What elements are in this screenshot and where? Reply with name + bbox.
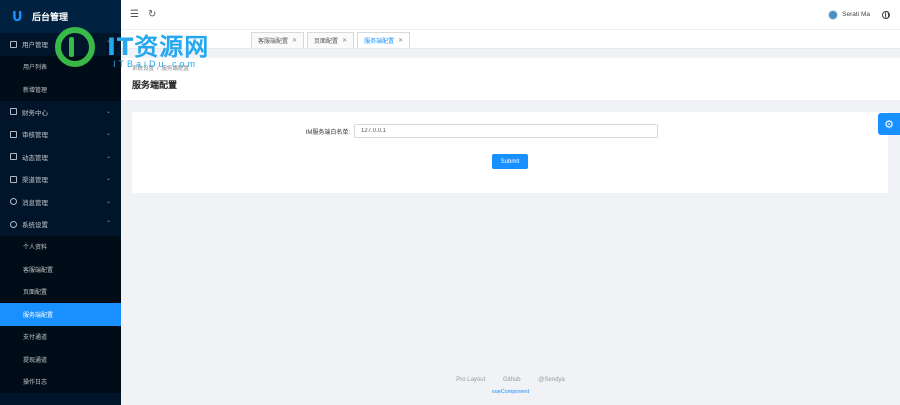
tab-server-config[interactable]: 服务端配置 ✕ <box>357 32 411 48</box>
sidebar-item-messages[interactable]: 消息管理 ⌄ <box>0 191 121 214</box>
whitelist-label: IM服务端白名单: <box>305 129 350 136</box>
sidebar-item-channels[interactable]: 渠道管理 ⌄ <box>0 168 121 191</box>
table-icon <box>10 40 17 48</box>
sidebar-item-label: 渠道管理 <box>22 177 48 185</box>
global-icon[interactable] <box>882 10 890 19</box>
sidebar-item-profile[interactable]: 个人资料 <box>0 236 121 259</box>
tab-bar: 客服端配置 ✕ 页面配置 ✕ 服务端配置 ✕ <box>121 30 900 49</box>
breadcrumb-separator: / <box>157 66 159 72</box>
sidebar-item-finance[interactable]: 财务中心 ⌄ <box>0 101 121 124</box>
footer-links: Pro Layout Github @Sendya <box>121 377 900 383</box>
page-title: 服务端配置 <box>132 80 178 90</box>
tab-label: 页面配置 <box>314 39 339 45</box>
user-name[interactable]: Serati Ma <box>842 11 870 18</box>
message-icon <box>10 198 17 206</box>
sidebar-item-settings[interactable]: 系统设置 ⌃ <box>0 213 121 236</box>
footer-link[interactable]: Github <box>503 377 521 383</box>
footer-link[interactable]: Pro Layout <box>456 377 485 383</box>
sidebar-item-server-config[interactable]: 服务端配置 <box>0 303 121 326</box>
logo[interactable]: 𝗨 后台管理 <box>0 0 121 33</box>
menu-fold-icon[interactable]: ☰ <box>130 9 139 20</box>
form-row: IM服务端白名单: <box>132 124 888 138</box>
sidebar-item-label: 系统设置 <box>22 222 48 230</box>
chevron-down-icon: ⌄ <box>105 153 111 160</box>
setting-icon <box>10 220 17 228</box>
sidebar-item-label: 个人资料 <box>23 245 48 252</box>
footer: Pro Layout Github @Sendya vueComponent <box>121 377 900 395</box>
sidebar-item-label: 财务中心 <box>22 109 48 117</box>
sidebar-item-client-config[interactable]: 客服端配置 <box>0 258 121 281</box>
sidebar-item-label: 服务端配置 <box>23 312 54 319</box>
chevron-up-icon: ⌃ <box>105 41 111 47</box>
sidebar-item-logs[interactable]: 操作日志 <box>0 371 121 394</box>
sidebar-item-label: 页面配置 <box>23 290 48 297</box>
whitelist-input[interactable] <box>354 124 658 138</box>
breadcrumb-item: 服务端配置 <box>161 66 190 72</box>
reload-icon[interactable]: ↻ <box>148 9 156 20</box>
breadcrumb: 系统设置 / 服务端配置 <box>132 64 900 72</box>
wallet-icon <box>10 108 17 116</box>
page-header: 系统设置 / 服务端配置 服务端配置 <box>121 58 900 100</box>
sidebar: 𝗨 后台管理 用户管理 ⌃ 用户列表 新增管理 财务中心 ⌄ 审核管理 ⌄ 动态… <box>0 0 121 405</box>
tab-page-config[interactable]: 页面配置 ✕ <box>307 32 355 48</box>
submit-button[interactable]: Submit <box>492 154 528 169</box>
tab-label: 服务端配置 <box>364 39 395 45</box>
chevron-up-icon: ⌃ <box>105 221 111 227</box>
sidebar-item-user-list[interactable]: 用户列表 <box>0 56 121 79</box>
close-icon[interactable]: ✕ <box>398 37 403 44</box>
sidebar-item-withdraw[interactable]: 提现通道 <box>0 348 121 371</box>
sidebar-item-label: 提现通道 <box>23 357 48 364</box>
sidebar-item-label: 消息管理 <box>22 199 48 207</box>
config-card: IM服务端白名单: Submit <box>132 112 888 193</box>
footer-brand[interactable]: vueComponent <box>121 389 900 395</box>
sidebar-item-label: 操作日志 <box>23 380 48 387</box>
chevron-down-icon: ⌄ <box>105 108 111 115</box>
sidebar-item-dynamics[interactable]: 动态管理 ⌄ <box>0 146 121 169</box>
sidebar-item-page-config[interactable]: 页面配置 <box>0 281 121 304</box>
logo-icon: 𝗨 <box>12 9 23 24</box>
setting-icon: ⚙ <box>884 118 894 131</box>
chevron-down-icon: ⌄ <box>105 176 111 182</box>
sidebar-item-add[interactable]: 新增管理 <box>0 78 121 101</box>
check-square-icon <box>10 130 17 138</box>
tab-client-config[interactable]: 客服端配置 ✕ <box>251 32 305 48</box>
sidebar-item-payment[interactable]: 支付通道 <box>0 326 121 349</box>
sidebar-item-label: 用户列表 <box>23 65 48 72</box>
avatar[interactable] <box>828 9 839 20</box>
app-title: 后台管理 <box>32 12 69 22</box>
sidebar-menu: 用户管理 ⌃ 用户列表 新增管理 财务中心 ⌄ 审核管理 ⌄ 动态管理 ⌄ 渠道… <box>0 33 121 393</box>
tab-label: 客服端配置 <box>258 39 289 45</box>
sidebar-item-label: 支付通道 <box>23 335 48 342</box>
sidebar-item-audit[interactable]: 审核管理 ⌄ <box>0 123 121 146</box>
picture-icon <box>10 153 17 161</box>
chevron-down-icon: ⌄ <box>105 131 111 137</box>
appstore-icon <box>10 175 17 183</box>
sidebar-item-users[interactable]: 用户管理 ⌃ <box>0 33 121 56</box>
sidebar-item-label: 新增管理 <box>23 87 48 94</box>
sidebar-item-label: 审核管理 <box>22 132 48 140</box>
sidebar-item-label: 客服端配置 <box>23 267 54 274</box>
setting-drawer-button[interactable]: ⚙ <box>878 113 900 135</box>
close-icon[interactable]: ✕ <box>292 37 297 44</box>
top-header: ☰ ↻ Serati Ma <box>121 0 900 30</box>
close-icon[interactable]: ✕ <box>342 37 347 44</box>
breadcrumb-item[interactable]: 系统设置 <box>132 66 154 72</box>
sidebar-item-label: 动态管理 <box>22 154 48 162</box>
chevron-down-icon: ⌄ <box>105 198 111 205</box>
footer-link[interactable]: @Sendya <box>538 377 564 383</box>
sidebar-item-label: 用户管理 <box>22 42 48 50</box>
